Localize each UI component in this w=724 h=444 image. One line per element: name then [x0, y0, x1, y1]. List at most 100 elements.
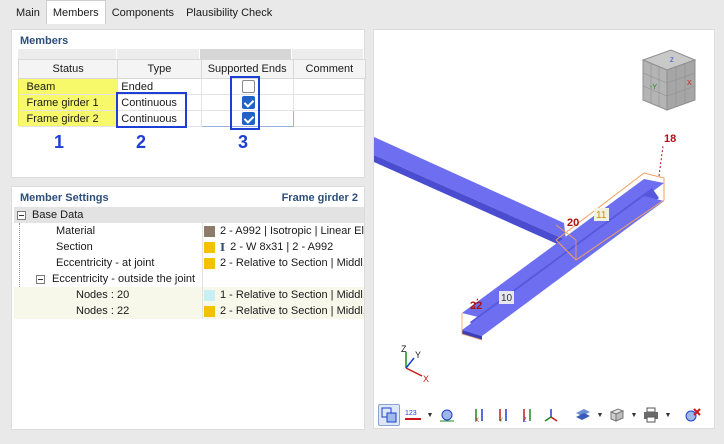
material-value: 2 - A992 | Isotropic | Linear El... — [220, 225, 364, 237]
render-icon — [440, 409, 454, 422]
members-title: Members — [20, 35, 69, 47]
collapse-icon[interactable] — [36, 274, 45, 284]
eccentricity-joint-value: 2 - Relative to Section | Middl... — [220, 257, 364, 269]
tree-group-base-data[interactable]: Base Data — [14, 207, 364, 223]
tree-label: Nodes : 22 — [76, 305, 130, 317]
selected-member-label: Frame girder 2 — [281, 192, 358, 204]
frame-girder-bottom-flange — [462, 196, 664, 336]
type-highlight-box — [116, 92, 187, 128]
column-header-comment[interactable]: Comment — [292, 59, 367, 79]
table-row[interactable]: Beam Ended — [18, 78, 367, 95]
tree-value[interactable]: 2 - A992 | Isotropic | Linear El... — [204, 225, 364, 237]
color-swatch — [204, 225, 215, 237]
tree-value[interactable]: 2 - Relative to Section | Middl... — [204, 305, 364, 317]
tab-main[interactable]: Main — [10, 2, 46, 24]
section-value: 2 - W 8x31 | 2 - A992 — [230, 241, 334, 253]
svg-text:123: 123 — [405, 410, 417, 417]
section-i-beam-icon: I — [220, 240, 226, 254]
tree-group-eccentricity-outside[interactable]: Eccentricity - outside the joint — [14, 271, 364, 287]
status-cell[interactable]: Beam — [18, 78, 119, 95]
numbering-dropdown[interactable]: ▼ — [426, 404, 434, 426]
print-icon — [644, 407, 658, 423]
color-swatch — [204, 305, 215, 317]
numbering-button[interactable]: 123 — [402, 404, 424, 426]
column-header-status[interactable]: Status — [17, 59, 119, 79]
tab-bar: Main Members Components Plausibility Che… — [0, 0, 724, 24]
tree-row-eccentricity-joint[interactable]: Eccentricity - at joint 2 - Relative to … — [14, 255, 364, 271]
member-settings-title: Member Settings — [20, 192, 109, 204]
column-header-type[interactable]: Type — [117, 59, 202, 79]
color-swatch — [204, 241, 215, 253]
axis-y-label: Y — [415, 350, 421, 360]
table-row[interactable]: Frame girder 1 Continuous — [18, 94, 367, 111]
view-select-icon — [381, 407, 397, 423]
tree-group-label: Base Data — [32, 209, 84, 221]
print-button[interactable] — [640, 404, 662, 426]
node-label-20[interactable]: 20 — [567, 217, 579, 229]
supported-ends-highlight-box — [230, 76, 260, 130]
member-label-10[interactable]: 10 — [501, 293, 513, 304]
tree-row-material[interactable]: Material 2 - A992 | Isotropic | Linear E… — [14, 223, 364, 239]
node-label-22[interactable]: 22 — [470, 300, 482, 312]
node-label-18[interactable]: 18 — [664, 133, 676, 145]
print-dropdown[interactable]: ▼ — [664, 404, 672, 426]
svg-text:Y: Y — [499, 418, 503, 423]
tree-label: Nodes : 20 — [76, 289, 130, 301]
comment-cell[interactable] — [293, 110, 367, 127]
box-button[interactable] — [606, 404, 628, 426]
axis-x-label: X — [423, 374, 429, 384]
view-select-button[interactable] — [378, 404, 400, 426]
members-table: Status Type Supported Ends Comment Beam … — [17, 59, 367, 127]
view-x-button[interactable]: X — [468, 404, 490, 426]
tab-plausibility-check[interactable]: Plausibility Check — [180, 2, 278, 24]
tree-column-divider — [202, 207, 203, 319]
annotation-1: 1 — [54, 132, 65, 152]
box-icon — [609, 408, 625, 422]
nodes-20-value: 1 - Relative to Section | Middl... — [220, 289, 364, 301]
cube-face-z: Z — [670, 58, 674, 64]
view-y-button[interactable]: Y — [492, 404, 514, 426]
beam-member-shade — [374, 155, 566, 247]
tree-value[interactable]: 1 - Relative to Section | Middl... — [204, 289, 364, 301]
status-cell[interactable]: Frame girder 1 — [18, 94, 119, 111]
view-z-icon: Z — [523, 409, 531, 423]
tree-value[interactable]: 2 - Relative to Section | Middl... — [204, 257, 364, 269]
view-iso-icon — [544, 409, 558, 422]
status-cell[interactable]: Frame girder 2 — [18, 110, 119, 127]
navigation-cube[interactable]: -Y X Z — [637, 48, 701, 119]
collapse-icon[interactable] — [17, 210, 26, 220]
view-cube-icon[interactable]: -Y X Z — [637, 48, 701, 116]
members-panel: Members Status Type Supported Ends Comme… — [11, 29, 367, 178]
tree-group-label: Eccentricity - outside the joint — [52, 273, 196, 285]
tree-row-section[interactable]: Section I 2 - W 8x31 | 2 - A992 — [14, 239, 364, 255]
tree-row-nodes-22[interactable]: Nodes : 22 2 - Relative to Section | Mid… — [14, 303, 364, 319]
cube-face-neg-y: -Y — [650, 84, 657, 91]
annotation-2: 2 — [136, 132, 147, 152]
box-dropdown[interactable]: ▼ — [630, 404, 638, 426]
member-settings-panel: Member Settings Frame girder 2 Base Data… — [11, 186, 365, 430]
render-button[interactable] — [436, 404, 458, 426]
display-button[interactable] — [572, 404, 594, 426]
beam-member[interactable] — [374, 137, 566, 240]
tab-members[interactable]: Members — [45, 0, 106, 24]
view-y-icon: Y — [499, 409, 507, 423]
tree-label: Material — [56, 225, 96, 237]
tree-row-nodes-20[interactable]: Nodes : 20 1 - Relative to Section | Mid… — [14, 287, 364, 303]
display-dropdown[interactable]: ▼ — [596, 404, 604, 426]
model-3d-view[interactable]: 18 20 22 11 10 Z Y X -Y X Z 123 ▼ X Y Z … — [373, 29, 715, 429]
tree-value[interactable]: I 2 - W 8x31 | 2 - A992 — [204, 241, 364, 254]
tab-components[interactable]: Components — [106, 2, 180, 24]
nodes-22-value: 2 - Relative to Section | Middl... — [220, 305, 364, 317]
numbering-icon: 123 — [405, 410, 421, 420]
view-iso-button[interactable] — [540, 404, 562, 426]
comment-cell[interactable] — [293, 94, 367, 111]
comment-cell[interactable] — [293, 78, 367, 95]
annotation-3: 3 — [238, 132, 249, 152]
svg-text:X: X — [475, 418, 479, 423]
close-view-button[interactable] — [682, 404, 704, 426]
close-view-icon — [685, 408, 701, 422]
member-label-11[interactable]: 11 — [596, 210, 607, 221]
view-z-button[interactable]: Z — [516, 404, 538, 426]
axis-triad: Z Y X — [401, 344, 429, 384]
table-row[interactable]: Frame girder 2 Continuous — [18, 110, 367, 127]
